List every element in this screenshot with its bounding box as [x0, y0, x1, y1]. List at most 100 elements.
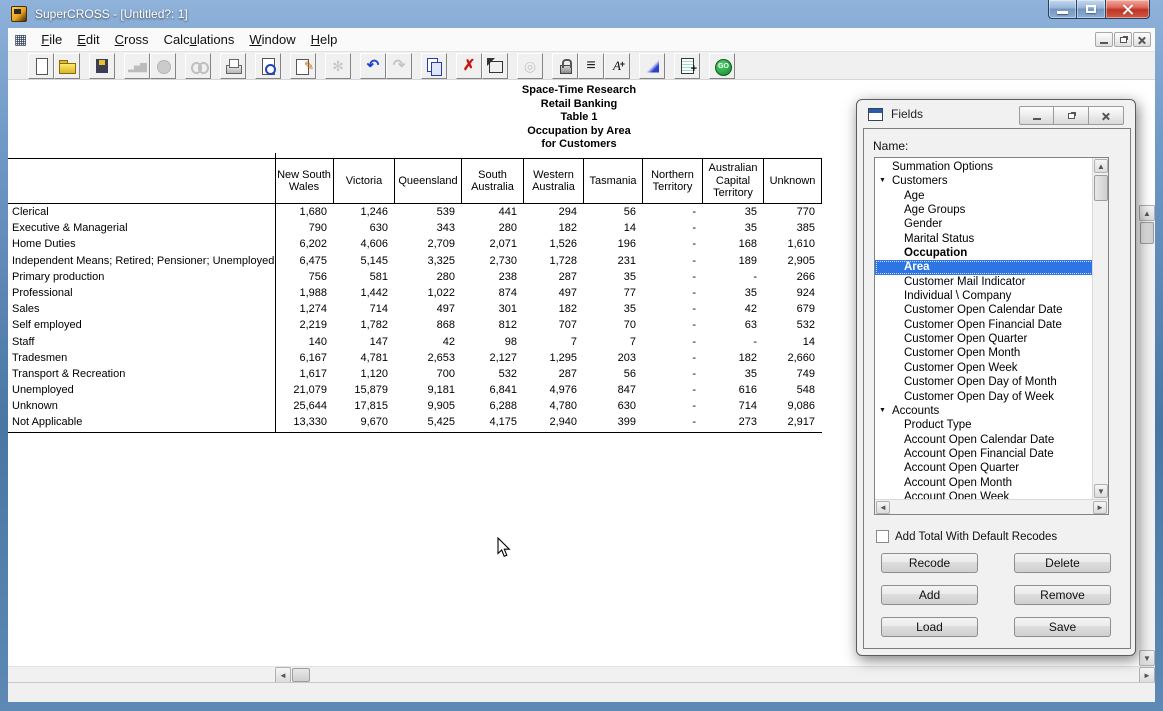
recode-button[interactable]: Recode	[881, 553, 978, 573]
go-button[interactable]	[709, 53, 735, 79]
fields-list-hscrollbar[interactable]: ◄ ►	[875, 499, 1108, 514]
mdi-restore-button[interactable]	[1114, 32, 1132, 47]
menu-help[interactable]: Help	[304, 30, 345, 49]
row-label[interactable]: Sales	[8, 301, 275, 317]
collapse-triangle-icon[interactable]: ▼	[879, 174, 886, 188]
column-header[interactable]: Queensland	[395, 159, 462, 203]
row-label[interactable]: Independent Means; Retired; Pensioner; U…	[8, 253, 275, 269]
scroll-down-button[interactable]: ▼	[1139, 650, 1155, 666]
horizontal-scrollbar[interactable]: ◄ ►	[8, 666, 1155, 682]
minimize-button[interactable]	[1048, 0, 1077, 19]
field-item[interactable]: Account Open Financial Date	[875, 447, 1094, 461]
row-label[interactable]: Transport & Recreation	[8, 366, 275, 382]
field-item[interactable]: Individual \ Company	[875, 289, 1094, 303]
menu-edit[interactable]: Edit	[70, 30, 106, 49]
delete-button[interactable]	[456, 53, 482, 79]
fields-scroll-right-button[interactable]: ►	[1093, 501, 1107, 514]
field-item[interactable]: Customer Open Month	[875, 346, 1094, 360]
transpose-button[interactable]	[482, 53, 508, 79]
collapse-triangle-icon[interactable]: ▼	[879, 404, 886, 418]
row-label[interactable]: Professional	[8, 285, 275, 301]
field-item[interactable]: Occupation	[875, 246, 1094, 260]
fields-list-vscrollbar[interactable]: ▲ ▼	[1092, 158, 1108, 499]
field-item[interactable]: Summation Options	[875, 160, 1094, 174]
remove-button[interactable]: Remove	[1014, 585, 1111, 605]
column-header[interactable]: South Australia	[462, 159, 524, 203]
field-item[interactable]: ▼Customers	[875, 174, 1094, 188]
lock-button[interactable]	[552, 53, 578, 79]
menu-calculations[interactable]: Calculations	[157, 30, 242, 49]
fields-maximize-button[interactable]	[1054, 106, 1089, 125]
row-label[interactable]: Clerical	[8, 204, 275, 220]
mdi-minimize-button[interactable]	[1095, 32, 1113, 47]
row-label[interactable]: Unemployed	[8, 382, 275, 398]
row-label[interactable]: Self employed	[8, 317, 275, 333]
bar-chart-button[interactable]	[124, 53, 150, 79]
field-options-button[interactable]	[578, 53, 604, 79]
add-total-checkbox[interactable]	[876, 530, 889, 543]
row-label[interactable]: Executive & Managerial	[8, 220, 275, 236]
fields-scroll-down-button[interactable]: ▼	[1094, 484, 1108, 498]
row-label[interactable]: Tradesmen	[8, 350, 275, 366]
save-button[interactable]	[89, 53, 115, 79]
row-label[interactable]: Unknown	[8, 398, 275, 414]
field-item[interactable]: Customer Open Day of Month	[875, 375, 1094, 389]
open-file-button[interactable]	[54, 53, 80, 79]
new-document-button[interactable]	[28, 53, 54, 79]
fields-scroll-up-button[interactable]: ▲	[1094, 159, 1108, 173]
column-header[interactable]: Northern Territory	[643, 159, 703, 203]
row-label[interactable]: Primary production	[8, 269, 275, 285]
field-item[interactable]: Account Open Month	[875, 476, 1094, 490]
mdi-close-button[interactable]	[1133, 32, 1151, 47]
vertical-scroll-thumb[interactable]	[1140, 222, 1154, 244]
row-label[interactable]: Not Applicable	[8, 414, 275, 430]
menu-file[interactable]: File	[34, 30, 69, 49]
fields-close-button[interactable]	[1089, 106, 1124, 125]
font-button[interactable]	[604, 53, 630, 79]
column-header[interactable]: New South Wales	[275, 159, 334, 203]
field-item[interactable]: Customer Mail Indicator	[875, 275, 1094, 289]
column-header[interactable]: Tasmania	[584, 159, 643, 203]
field-item[interactable]: Account Open Calendar Date	[875, 433, 1094, 447]
load-button[interactable]: Load	[881, 617, 978, 637]
undo-button[interactable]	[360, 53, 386, 79]
field-item[interactable]: Account Open Quarter	[875, 461, 1094, 475]
redo-button[interactable]	[386, 53, 412, 79]
field-item[interactable]: Customer Open Financial Date	[875, 318, 1094, 332]
field-item[interactable]: Marital Status	[875, 232, 1094, 246]
scroll-right-button[interactable]: ►	[1139, 667, 1155, 683]
edit-table-button[interactable]	[290, 53, 316, 79]
field-item[interactable]: Area	[875, 260, 1094, 274]
field-item[interactable]: ▼Accounts	[875, 404, 1094, 418]
column-header[interactable]: Western Australia	[524, 159, 584, 203]
scroll-left-button[interactable]: ◄	[275, 667, 291, 683]
map-button[interactable]	[639, 53, 665, 79]
horizontal-scroll-thumb[interactable]	[292, 668, 310, 682]
field-item[interactable]: Customer Open Week	[875, 361, 1094, 375]
field-item[interactable]: Age Groups	[875, 203, 1094, 217]
save-button[interactable]: Save	[1014, 617, 1111, 637]
menu-window[interactable]: Window	[242, 30, 302, 49]
delete-button[interactable]: Delete	[1014, 553, 1111, 573]
fields-minimize-button[interactable]	[1019, 106, 1054, 125]
column-header[interactable]: Australian Capital Territory	[703, 159, 764, 203]
field-item[interactable]: Product Type	[875, 418, 1094, 432]
field-item[interactable]: Customer Open Quarter	[875, 332, 1094, 346]
row-label[interactable]: Staff	[8, 334, 275, 350]
field-item[interactable]: Gender	[875, 217, 1094, 231]
field-item[interactable]: Age	[875, 189, 1094, 203]
add-button[interactable]: Add	[881, 585, 978, 605]
menu-cross[interactable]: Cross	[108, 30, 156, 49]
copy-button[interactable]	[421, 53, 447, 79]
print-preview-button[interactable]	[255, 53, 281, 79]
field-item[interactable]: Customer Open Calendar Date	[875, 303, 1094, 317]
fields-scroll-left-button[interactable]: ◄	[876, 501, 890, 514]
maximize-button[interactable]	[1077, 0, 1105, 19]
find-button[interactable]	[185, 53, 211, 79]
column-header[interactable]: Victoria	[334, 159, 395, 203]
drill-button[interactable]	[517, 53, 543, 79]
fields-vscroll-thumb[interactable]	[1094, 175, 1108, 201]
close-button[interactable]	[1105, 0, 1150, 19]
column-header[interactable]: Unknown	[764, 159, 822, 203]
print-button[interactable]	[220, 53, 246, 79]
